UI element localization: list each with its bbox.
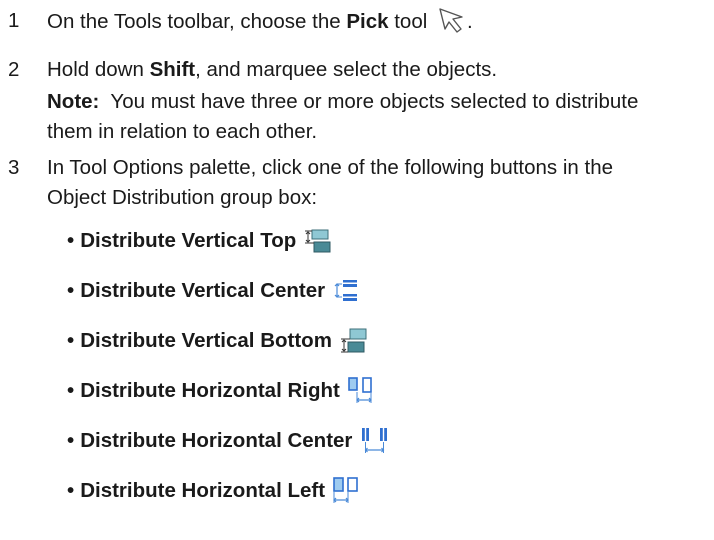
note-text: them in relation to each other. bbox=[47, 120, 318, 143]
distribution-button-list: • Distribute Vertical Top • Distribute V… bbox=[67, 216, 392, 516]
list-item-label: Distribute Vertical Bottom bbox=[80, 329, 332, 352]
bullet-dot: • bbox=[67, 379, 75, 402]
step-text-part: Hold down bbox=[47, 58, 150, 81]
list-item: • Distribute Horizontal Center bbox=[67, 416, 392, 466]
pick-tool-arrow-icon bbox=[437, 6, 467, 34]
note-label: Note: bbox=[47, 90, 100, 113]
step-text: In Tool Options palette, click one of th… bbox=[47, 153, 613, 213]
distribute-vertical-center-icon bbox=[331, 278, 361, 304]
step-text-part: tool bbox=[388, 10, 428, 33]
step-text-line: Object Distribution group box: bbox=[47, 186, 318, 209]
distribute-vertical-top-icon bbox=[302, 228, 332, 254]
step-text: On the Tools toolbar, choose the Pick to… bbox=[47, 6, 473, 37]
pick-tool-name: Pick bbox=[346, 10, 389, 33]
step-text-part: , and marquee select the objects. bbox=[195, 58, 498, 81]
shift-key-name: Shift bbox=[149, 58, 196, 81]
step-number: 1 bbox=[8, 9, 20, 32]
list-item-label: Distribute Vertical Center bbox=[80, 279, 326, 302]
bullet-dot: • bbox=[67, 429, 75, 452]
list-item-label: Distribute Horizontal Right bbox=[80, 379, 340, 402]
step-text: Hold down Shift, and marquee select the … bbox=[47, 55, 497, 85]
bullet-dot: • bbox=[67, 479, 75, 502]
step-number: 3 bbox=[8, 156, 20, 179]
step-text-part: . bbox=[466, 10, 473, 33]
list-item: • Distribute Horizontal Right bbox=[67, 366, 392, 416]
distribute-horizontal-left-icon bbox=[331, 476, 361, 506]
list-item: • Distribute Vertical Bottom bbox=[67, 316, 392, 366]
distribute-horizontal-center-icon bbox=[358, 426, 392, 456]
distribute-vertical-bottom-icon bbox=[338, 327, 368, 355]
list-item-label: Distribute Vertical Top bbox=[80, 229, 297, 252]
bullet-dot: • bbox=[67, 329, 75, 352]
list-item: • Distribute Vertical Center bbox=[67, 266, 392, 316]
step-text-line: In Tool Options palette, click one of th… bbox=[47, 156, 614, 179]
bullet-dot: • bbox=[67, 229, 75, 252]
note-text: You must have three or more objects sele… bbox=[99, 90, 639, 113]
note: Note: You must have three or more object… bbox=[47, 87, 638, 147]
step-text-part: On the Tools toolbar, choose the bbox=[47, 10, 347, 33]
list-item: • Distribute Vertical Top bbox=[67, 216, 392, 266]
distribute-horizontal-right-icon bbox=[346, 376, 376, 406]
bullet-dot: • bbox=[67, 279, 75, 302]
list-item: • Distribute Horizontal Left bbox=[67, 466, 392, 516]
list-item-label: Distribute Horizontal Left bbox=[80, 479, 326, 502]
step-number: 2 bbox=[8, 58, 20, 81]
list-item-label: Distribute Horizontal Center bbox=[80, 429, 353, 452]
